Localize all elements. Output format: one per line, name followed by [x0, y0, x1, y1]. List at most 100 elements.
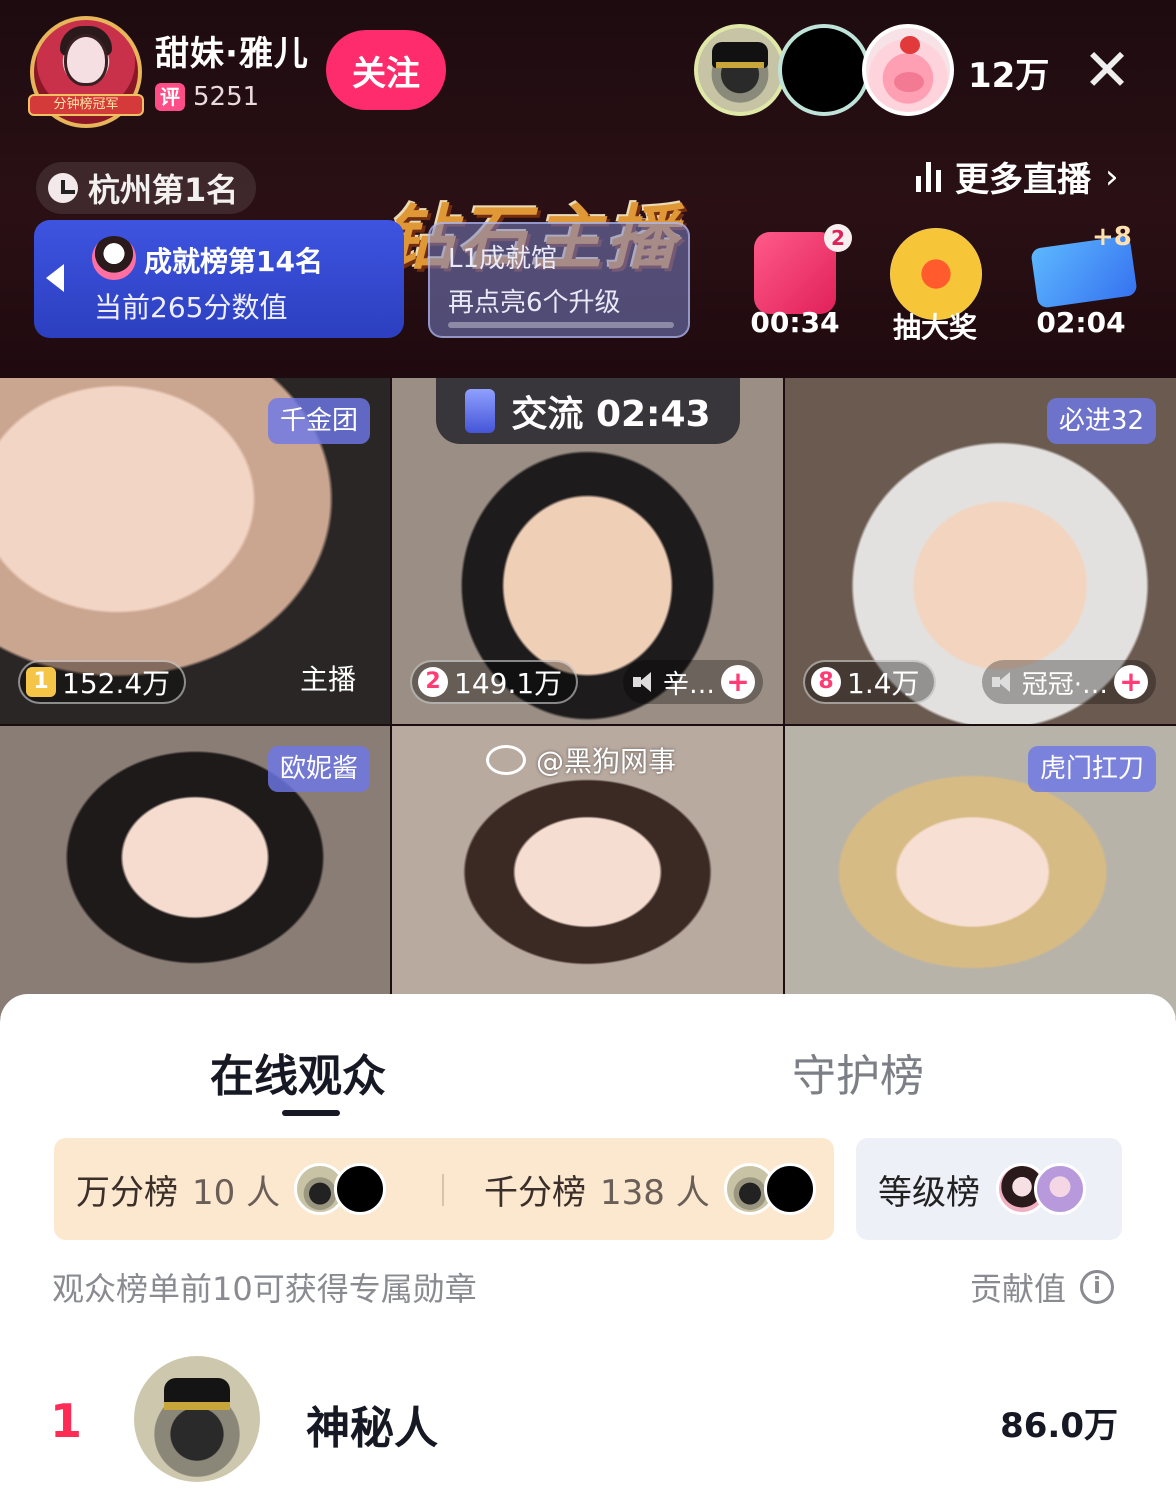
- rating-icon: 评: [155, 83, 185, 111]
- activity-badge: 2: [824, 224, 852, 252]
- board-avatars: [723, 1163, 820, 1215]
- tile-tag: 欧妮酱: [267, 746, 370, 792]
- more-live-label: 更多直播: [955, 160, 1091, 200]
- tile-tag: 必进32: [1046, 398, 1156, 444]
- contribution-header[interactable]: 贡献值 i: [970, 1264, 1115, 1310]
- activity-popularity-ticket[interactable]: +8 02:04: [1026, 222, 1138, 340]
- row-value: 86.0万: [1000, 1406, 1118, 1446]
- follow-plus-button[interactable]: +: [721, 665, 755, 699]
- activity-label: 02:04: [1036, 306, 1126, 339]
- activity-gift-timer[interactable]: 2 00:34: [740, 224, 852, 340]
- top-viewer-avatar-3[interactable]: [862, 24, 954, 116]
- board-avatars: [996, 1163, 1092, 1215]
- tile-guest-pill[interactable]: 冠冠·… +: [981, 660, 1156, 704]
- watermark-text: @黑狗网事: [536, 745, 677, 778]
- tile-score: 152.4万: [62, 667, 171, 700]
- level-board-label: 等级榜: [878, 1172, 980, 1213]
- live-header: 分钟榜冠军 甜妹·雅儿 评 5251 关注 12万 ✕ 杭州第1名 更多直播 ›…: [0, 0, 1176, 378]
- weibo-icon: [486, 745, 526, 775]
- board-avatars: [294, 1163, 390, 1215]
- tile-score-pill[interactable]: 8 1.4万: [803, 660, 936, 704]
- activity-badge: +8: [1092, 222, 1132, 252]
- video-tile-4[interactable]: 欧妮酱: [0, 726, 390, 1018]
- video-grid: 千金团 1 152.4万 主播 2 149.1万 辛… + 必进32 8 1.4…: [0, 378, 1176, 1018]
- level-board-button[interactable]: 等级榜: [856, 1138, 1122, 1240]
- host-gift-icon: [754, 232, 836, 314]
- tile-guest-pill[interactable]: 辛… +: [622, 660, 763, 704]
- hall-subtitle: 再点亮6个升级: [448, 288, 621, 318]
- clock-icon: [48, 173, 78, 203]
- top-viewer-avatar-1[interactable]: [694, 24, 786, 116]
- achievement-subtitle: 当前265分数值: [94, 291, 288, 324]
- board-count: 138 人: [600, 1172, 710, 1213]
- info-icon[interactable]: i: [1080, 1270, 1115, 1304]
- tab-online-audience[interactable]: 在线观众: [210, 1040, 386, 1104]
- tile-rank: 1: [26, 667, 56, 697]
- tile-score: 149.1万: [454, 667, 563, 700]
- city-rank-pill[interactable]: 杭州第1名: [36, 162, 257, 214]
- board-count: 10 人: [192, 1172, 281, 1213]
- host-name[interactable]: 甜妹·雅儿: [155, 26, 309, 75]
- avatar: [334, 1163, 387, 1215]
- list-item[interactable]: 1 神秘人 86.0万: [0, 1356, 1176, 1486]
- row-name: 神秘人: [306, 1403, 438, 1454]
- guest-name: 辛…: [662, 669, 715, 700]
- mute-icon: [991, 670, 1016, 694]
- hat-band: [716, 62, 764, 68]
- hall-title: L1成就馆: [448, 244, 558, 274]
- viewer-count[interactable]: 12万: [968, 48, 1049, 97]
- bars-icon: [916, 161, 941, 192]
- video-tile-1[interactable]: 千金团 1 152.4万 主播: [0, 378, 390, 724]
- tab-guard-board[interactable]: 守护榜: [792, 1040, 924, 1104]
- exchange-timer: 交流 02:43: [511, 394, 711, 435]
- close-button[interactable]: ✕: [1080, 40, 1134, 100]
- row-rank: 1: [50, 1394, 83, 1448]
- host-face: [64, 34, 108, 86]
- video-tile-3[interactable]: 必进32 8 1.4万 冠冠·… +: [785, 378, 1176, 724]
- tile-rank: 8: [811, 667, 841, 697]
- collapse-left-icon[interactable]: [46, 264, 64, 292]
- tile-role: 主播: [299, 663, 356, 696]
- activity-lottery[interactable]: 抽大奖: [880, 228, 990, 344]
- apple-icon: [900, 36, 920, 54]
- ten-thousand-board[interactable]: 万分榜 10 人: [76, 1138, 390, 1240]
- video-tile-6[interactable]: 虎门扛刀: [785, 726, 1176, 1018]
- divider: [442, 1174, 444, 1206]
- board-label: 千分榜: [484, 1172, 586, 1213]
- top-viewer-avatar-2[interactable]: [778, 24, 870, 116]
- more-live-link[interactable]: 更多直播 ›: [916, 152, 1119, 201]
- activity-label: 00:34: [750, 306, 840, 339]
- host-meta: 评 5251: [155, 82, 259, 112]
- chevron-right-icon: ›: [1105, 156, 1119, 197]
- rating-score: 5251: [193, 82, 260, 112]
- hall-progress-bar: [448, 322, 674, 328]
- follow-plus-button[interactable]: +: [1114, 665, 1148, 699]
- contribution-label: 贡献值: [970, 1270, 1067, 1308]
- achievement-hall-card[interactable]: L1成就馆 再点亮6个升级: [428, 222, 690, 338]
- tile-rank: 2: [418, 667, 448, 697]
- audience-sheet: 在线观众 守护榜 万分榜 10 人 千分榜 138 人 等级榜 观众榜单前10可…: [0, 994, 1176, 1512]
- host-avatar[interactable]: 分钟榜冠军: [28, 16, 144, 128]
- tile-score-pill[interactable]: 1 152.4万: [18, 660, 187, 704]
- pig-snout-icon: [894, 72, 924, 92]
- badge-hint: 观众榜单前10可获得专属勋章: [52, 1270, 477, 1308]
- avatar: [1034, 1163, 1086, 1215]
- hat-band: [164, 1402, 230, 1410]
- tile-score: 1.4万: [847, 667, 920, 700]
- avatar[interactable]: [134, 1356, 260, 1482]
- score-boards-card: 万分榜 10 人 千分榜 138 人: [54, 1138, 834, 1240]
- active-tab-indicator: [282, 1110, 340, 1116]
- achievement-avatar: [92, 236, 136, 280]
- exchange-timer-pill[interactable]: 交流 02:43: [436, 378, 740, 444]
- achievement-card[interactable]: 成就榜第14名 当前265分数值: [34, 220, 404, 338]
- pk-card-icon: [465, 389, 496, 433]
- host-badge-ribbon: 分钟榜冠军: [28, 94, 144, 116]
- follow-button[interactable]: 关注: [326, 30, 446, 110]
- city-rank-text: 杭州第1名: [88, 171, 239, 209]
- tile-tag: 虎门扛刀: [1027, 746, 1156, 792]
- tile-score-pill[interactable]: 2 149.1万: [410, 660, 579, 704]
- thousand-board[interactable]: 千分榜 138 人: [484, 1138, 820, 1240]
- mute-icon: [632, 670, 657, 694]
- activity-label: 抽大奖: [892, 311, 977, 344]
- tile-tag: 千金团: [267, 398, 370, 444]
